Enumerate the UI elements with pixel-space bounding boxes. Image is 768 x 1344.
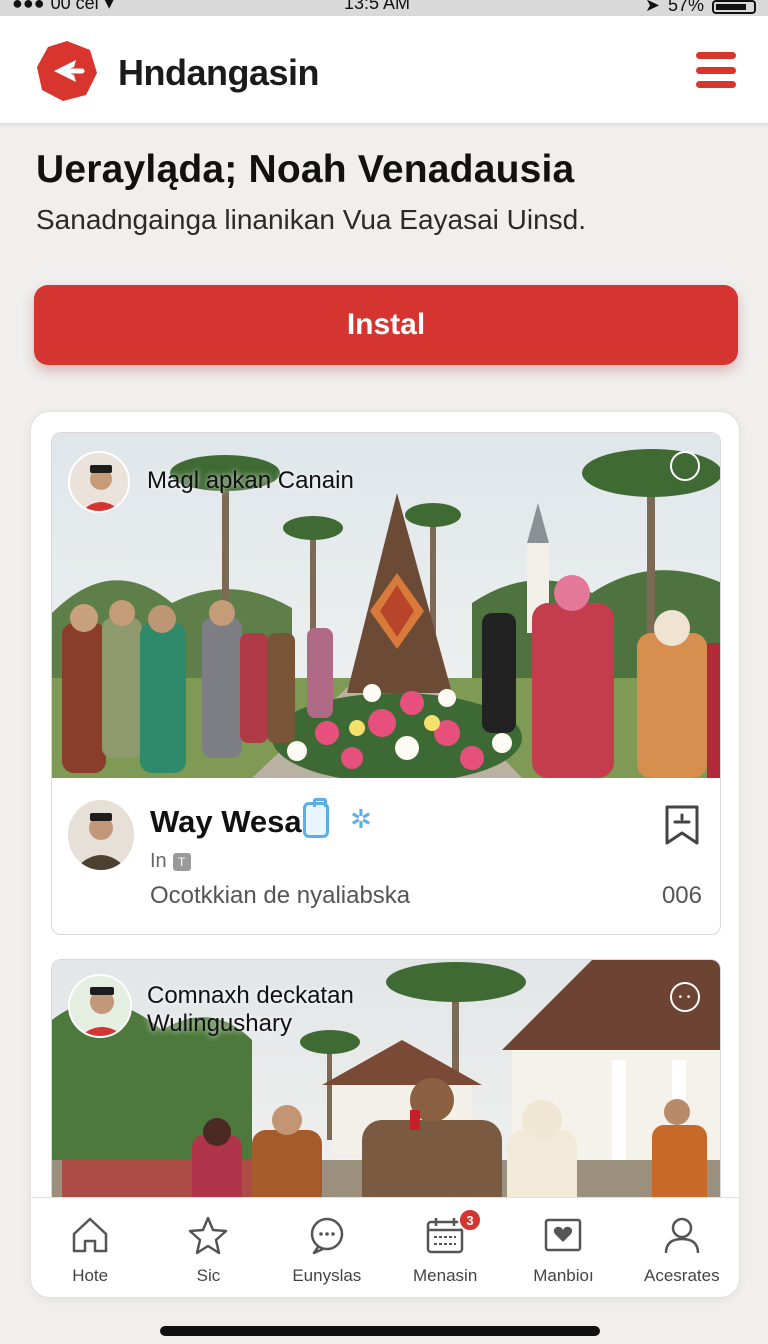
heart-card-icon: [545, 1218, 582, 1252]
post-overlay-title: Magl apkan Canain: [147, 467, 354, 494]
battery-icon: [712, 0, 756, 14]
tag-icon: T: [172, 852, 191, 871]
nav-label: Menasin: [413, 1266, 478, 1285]
location-icon: ➤: [644, 0, 660, 15]
nav-label: Eunyslas: [292, 1266, 362, 1285]
battery-percent: 57%: [667, 0, 704, 15]
status-bar: ●●● 00 cel ▾ 13:5 AM ➤ 57%: [0, 0, 768, 16]
app-header: Hndangasin: [0, 16, 768, 124]
post-overlay-title: Comnaxh deckatan Wulingushary: [147, 982, 354, 1037]
home-indicator[interactable]: [160, 1326, 600, 1336]
status-time: 13:5 AM: [344, 0, 411, 13]
hamburger-menu-icon[interactable]: [696, 52, 736, 88]
more-options-icon[interactable]: [670, 451, 700, 481]
post-caption: Ocotkkian de nyaliabska: [150, 882, 411, 909]
signal-icon: ●●●: [12, 0, 45, 13]
nav-label: Sic: [196, 1266, 221, 1285]
nav-item-favorites[interactable]: Manbioı: [504, 1198, 622, 1297]
feed-panel: Magl apkan Canain Way Wesa ✲ In T Ocotkk…: [30, 411, 740, 1298]
bookmark-icon[interactable]: [664, 804, 700, 846]
post-meta: Way Wesa ✲ In T Ocotkkian de nyaliabska …: [52, 778, 720, 934]
wifi-icon: ▾: [104, 0, 114, 13]
nav-item-home[interactable]: Hote: [31, 1198, 149, 1297]
page-title: Uerayląda; Noah Venadausia: [36, 148, 575, 191]
brand-logo-icon[interactable]: [36, 40, 98, 102]
nav-item-star[interactable]: Sic: [149, 1198, 267, 1297]
profile-icon: [664, 1217, 700, 1254]
nav-item-calendar[interactable]: 3 Menasin: [386, 1198, 504, 1297]
nav-label: Manbioı: [533, 1266, 594, 1285]
app-title: Hndangasin: [118, 52, 320, 93]
author-sub: In T: [150, 850, 191, 873]
nav-label: Hote: [72, 1266, 109, 1285]
avatar[interactable]: [68, 451, 130, 513]
gear-icon[interactable]: ✲: [350, 804, 372, 835]
nav-label: Acesrates: [644, 1266, 720, 1285]
avatar[interactable]: [68, 800, 134, 870]
author-sub-label: In: [150, 850, 167, 872]
more-options-icon[interactable]: • •: [670, 982, 700, 1012]
nav-item-chat[interactable]: Eunyslas: [268, 1198, 386, 1297]
home-icon: [72, 1217, 108, 1253]
author-name[interactable]: Way Wesa: [150, 804, 302, 840]
bottom-nav: Hote Sic Eunyslas 3 Menasin Manbioı Aces…: [31, 1197, 739, 1297]
post-count: 006: [661, 882, 702, 909]
avatar[interactable]: [68, 974, 132, 1038]
post-card[interactable]: Comnaxh deckatan Wulingushary • •: [51, 959, 721, 1219]
carrier-label: 00 cel: [50, 0, 99, 13]
post-card[interactable]: Magl apkan Canain Way Wesa ✲ In T Ocotkk…: [51, 432, 721, 935]
page-subtitle: Sanadngainga linanikan Vua Eayasai Uinsd…: [36, 204, 587, 235]
notification-badge: 3: [457, 1208, 482, 1232]
chat-icon: [310, 1217, 344, 1255]
star-icon: [189, 1216, 228, 1255]
nav-item-profile[interactable]: Acesrates: [623, 1198, 739, 1297]
verified-badge-icon: [303, 798, 329, 838]
install-button[interactable]: Instal: [34, 285, 738, 365]
